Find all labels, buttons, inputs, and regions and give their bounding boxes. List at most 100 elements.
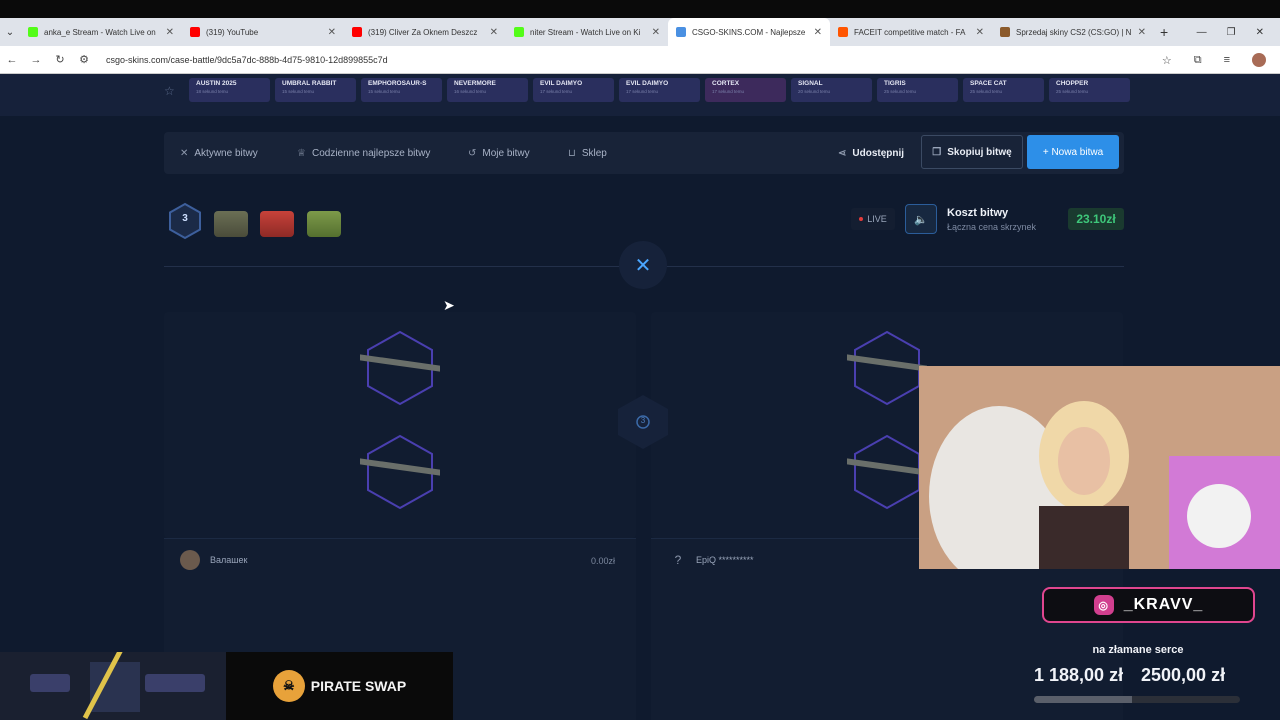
live-drop-item[interactable]: AUSTIN 2025 18 sekund temu: [189, 78, 270, 102]
live-drop-item[interactable]: SPACE CAT 25 sekund temu: [963, 78, 1044, 102]
trophy-icon: ♕: [297, 147, 306, 159]
new-battle-button[interactable]: + Nowa bitwa: [1027, 135, 1119, 169]
drop-time: 18 sekund temu: [196, 89, 229, 94]
case-icon-2[interactable]: [260, 211, 294, 237]
player-left[interactable]: Валашек: [180, 550, 247, 570]
forward-icon[interactable]: →: [24, 54, 48, 66]
live-label: LIVE: [867, 214, 887, 224]
active-battles-tab[interactable]: ✕ Aktywne bitwy: [180, 132, 258, 174]
live-dot-icon: [859, 217, 864, 221]
drop-skin-name: EMPHOROSAUR-S: [368, 80, 427, 87]
browser-tab[interactable]: niter Stream - Watch Live on Ki ✕: [506, 18, 668, 46]
battle-cost-subtitle: Łączna cena skrzynek: [947, 222, 1037, 232]
close-tab-icon[interactable]: ✕: [1138, 27, 1146, 38]
drop-time: 17 sekund temu: [626, 89, 659, 94]
browser-tab[interactable]: (319) YouTube ✕: [182, 18, 344, 46]
case-icon-1[interactable]: [214, 211, 248, 237]
my-battles-label: Moje bitwy: [482, 147, 530, 159]
new-tab-icon[interactable]: +: [1160, 24, 1168, 40]
donation-goal-progress: [1034, 696, 1240, 703]
skin-ad-banner: [0, 652, 226, 720]
pirateswap-brand: PIRATE SWAP: [310, 678, 407, 694]
live-drop-item[interactable]: SIGNAL 20 sekund temu: [791, 78, 872, 102]
tab-favicon-icon: [190, 27, 200, 37]
instagram-handle: _KRAVV_: [1123, 596, 1204, 613]
basket-icon: ⊔: [568, 147, 576, 159]
tab-title: CSGO-SKINS.COM - Najlepsze: [692, 27, 806, 37]
drop-time: 15 sekund temu: [368, 89, 401, 94]
daily-best-tab[interactable]: ♕ Codzienne najlepsze bitwy: [297, 132, 430, 174]
close-tab-icon[interactable]: ✕: [976, 27, 984, 38]
browser-tab[interactable]: FACEIT competitive match - FA ✕: [830, 18, 992, 46]
live-drops-bar: ☆ AUSTIN 2025 18 sekund temu UMBRAL RABBIT…: [0, 74, 1280, 116]
live-drop-item[interactable]: TIGRIS 25 sekund temu: [877, 78, 958, 102]
tab-title: Sprzedaj skiny CS2 (CS:GO) | N: [1016, 27, 1132, 37]
sound-toggle-button[interactable]: 🔈: [905, 204, 937, 234]
battle-cost-title: Koszt bitwy: [947, 207, 1009, 219]
copy-icon: ❐: [932, 146, 942, 158]
star-icon[interactable]: ☆: [164, 84, 175, 98]
reload-icon[interactable]: ↻: [48, 53, 72, 66]
bookmark-star-icon[interactable]: ☆: [1162, 54, 1172, 67]
drop-skin-name: NEVERMORE: [454, 80, 496, 87]
pirate-logo-icon: ☠: [272, 670, 305, 702]
share-button[interactable]: ⋖ Udostępnij: [838, 132, 904, 174]
live-drop-item[interactable]: CHOPPER 25 sekund temu: [1049, 78, 1130, 102]
close-tab-icon[interactable]: ✕: [328, 27, 336, 38]
close-window-icon[interactable]: ✕: [1256, 27, 1264, 38]
drop-skin-name: AUSTIN 2025: [196, 80, 237, 87]
live-badge: LIVE: [851, 208, 895, 230]
browser-tab[interactable]: CSGO-SKINS.COM - Najlepsze ✕: [668, 18, 830, 46]
close-tab-icon[interactable]: ✕: [814, 27, 822, 38]
instagram-handle-badge: ◎ _KRAVV_: [1042, 587, 1255, 623]
browser-tab[interactable]: Sprzedaj skiny CS2 (CS:GO) | N ✕: [992, 18, 1154, 46]
tab-list: anka_e Stream - Watch Live on ✕ (319) YouT…: [20, 18, 1154, 46]
reading-list-icon[interactable]: ≡: [1224, 54, 1230, 66]
close-tab-icon[interactable]: ✕: [166, 27, 174, 38]
donation-goal-current: 1 188,00 zł: [1034, 665, 1124, 685]
active-battles-label: Aktywne bitwy: [194, 147, 258, 159]
awp-skin-slot: [354, 432, 446, 512]
current-round-badge: 3: [614, 393, 672, 451]
tab-favicon-icon: [352, 27, 362, 37]
live-drop-item[interactable]: EMPHOROSAUR-S 15 sekund temu: [361, 78, 442, 102]
drop-time: 15 sekund temu: [282, 89, 315, 94]
live-drop-item[interactable]: NEVERMORE 16 sekund temu: [447, 78, 528, 102]
tab-favicon-icon: [676, 27, 686, 37]
battle-action-bar: ✕ Aktywne bitwy ♕ Codzienne najlepsze bitw…: [164, 132, 1124, 174]
donation-goal-fill: [1034, 696, 1132, 703]
back-icon[interactable]: ←: [0, 54, 24, 66]
browser-tab[interactable]: (319) Cliver Za Oknem Deszcz ✕: [344, 18, 506, 46]
minimize-icon[interactable]: —: [1197, 27, 1207, 38]
donation-goal-title: na złamane serce: [1092, 644, 1184, 656]
live-drop-item[interactable]: EVIL DAIMYO 17 sekund temu: [619, 78, 700, 102]
restore-icon[interactable]: ❐: [1227, 27, 1236, 38]
awp-skin-slot: [841, 432, 933, 512]
live-drop-item[interactable]: UMBRAL RABBIT 15 sekund temu: [275, 78, 356, 102]
site-info-icon[interactable]: ⚙: [72, 53, 96, 66]
close-tab-icon[interactable]: ✕: [652, 27, 660, 38]
case-icon-3[interactable]: [307, 211, 341, 237]
my-battles-tab[interactable]: ↺ Moje bitwy: [468, 132, 530, 174]
player-left-name: Валашек: [210, 555, 248, 565]
drop-skin-name: SPACE CAT: [970, 80, 1007, 87]
shop-tab[interactable]: ⊔ Sklep: [568, 132, 607, 174]
pirateswap-ad[interactable]: ☠ PIRATE SWAP: [226, 652, 453, 720]
drop-skin-name: TIGRIS: [884, 80, 906, 87]
copy-battle-button[interactable]: ❐ Skopiuj bitwę: [921, 135, 1023, 169]
url-field[interactable]: csgo-skins.com/case-battle/9dc5a7dc-888b…: [106, 55, 388, 65]
profile-avatar[interactable]: [1252, 53, 1266, 67]
instagram-icon: ◎: [1093, 595, 1114, 615]
extensions-icon[interactable]: ⧉: [1194, 54, 1202, 67]
daily-best-label: Codzienne najlepsze bitwy: [311, 147, 431, 159]
live-drop-item[interactable]: EVIL DAIMYO 17 sekund temu: [533, 78, 614, 102]
swords-icon: ✕: [180, 147, 189, 159]
tab-favicon-icon: [1000, 27, 1010, 37]
live-drop-item[interactable]: CORTEX 17 sekund temu: [705, 78, 786, 102]
drop-time: 17 sekund temu: [712, 89, 745, 94]
player-right[interactable]: ? EpiQ **********: [668, 550, 754, 570]
tab-favicon-icon: [514, 27, 524, 37]
tab-search-icon[interactable]: ⌄: [0, 27, 20, 38]
browser-tab[interactable]: anka_e Stream - Watch Live on ✕: [20, 18, 182, 46]
close-tab-icon[interactable]: ✕: [490, 27, 498, 38]
